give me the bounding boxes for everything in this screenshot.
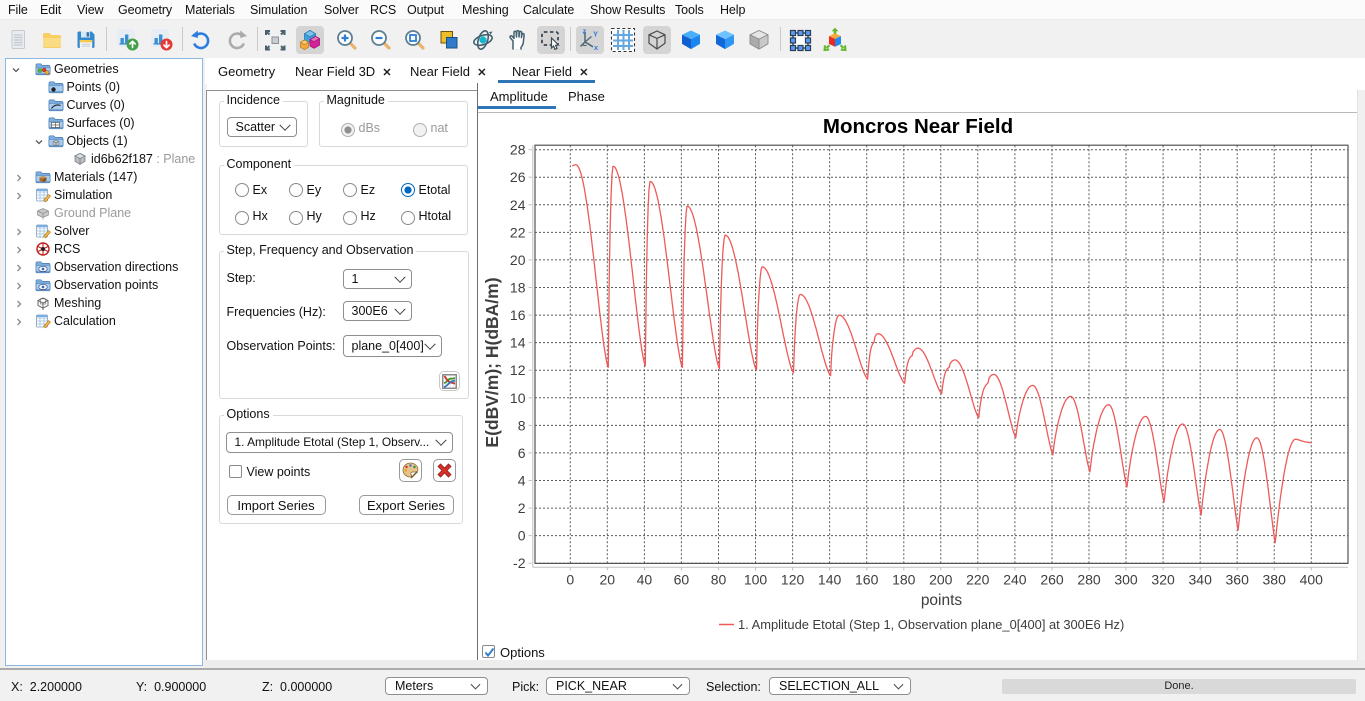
svg-text:180: 180 <box>892 572 916 588</box>
svg-text:z: z <box>583 28 587 36</box>
svg-text:2: 2 <box>518 500 526 516</box>
svg-text:6: 6 <box>518 445 526 461</box>
svg-text:80: 80 <box>711 572 727 588</box>
svg-text:340: 340 <box>1189 572 1213 588</box>
svg-text:Y: Y <box>593 30 598 39</box>
svg-text:-2: -2 <box>513 555 526 571</box>
svg-text:24: 24 <box>510 197 526 213</box>
svg-text:0: 0 <box>518 528 526 544</box>
svg-text:22: 22 <box>510 224 526 240</box>
svg-text:12: 12 <box>510 362 526 378</box>
svg-text:360: 360 <box>1226 572 1250 588</box>
svg-text:Moncros Near Field: Moncros Near Field <box>823 115 1013 138</box>
svg-text:26: 26 <box>510 169 526 185</box>
svg-text:200: 200 <box>929 572 953 588</box>
svg-text:280: 280 <box>1077 572 1101 588</box>
svg-text:60: 60 <box>674 572 690 588</box>
svg-text:300: 300 <box>1114 572 1138 588</box>
svg-text:4: 4 <box>518 473 526 489</box>
svg-text:380: 380 <box>1263 572 1287 588</box>
svg-text:40: 40 <box>637 572 653 588</box>
svg-text:28: 28 <box>510 142 526 158</box>
svg-text:8: 8 <box>518 417 526 433</box>
svg-text:18: 18 <box>510 280 526 296</box>
svg-text:16: 16 <box>510 307 526 323</box>
svg-text:140: 140 <box>818 572 842 588</box>
svg-text:100: 100 <box>744 572 768 588</box>
svg-text:120: 120 <box>781 572 805 588</box>
svg-text:160: 160 <box>855 572 879 588</box>
svg-text:400: 400 <box>1300 572 1324 588</box>
svg-text:20: 20 <box>510 252 526 268</box>
svg-text:320: 320 <box>1151 572 1175 588</box>
svg-text:points: points <box>921 592 963 609</box>
svg-text:20: 20 <box>600 572 616 588</box>
svg-text:x: x <box>594 43 599 52</box>
svg-text:14: 14 <box>510 335 526 351</box>
svg-text:E(dBV/m); H(dBA/m): E(dBV/m); H(dBA/m) <box>482 277 502 447</box>
svg-text:0: 0 <box>566 572 574 588</box>
svg-text:10: 10 <box>510 390 526 406</box>
svg-text:260: 260 <box>1040 572 1064 588</box>
svg-text:240: 240 <box>1003 572 1027 588</box>
svg-text:1. Amplitude Etotal (Step 1, O: 1. Amplitude Etotal (Step 1, Observation… <box>738 617 1124 632</box>
svg-text:220: 220 <box>966 572 990 588</box>
